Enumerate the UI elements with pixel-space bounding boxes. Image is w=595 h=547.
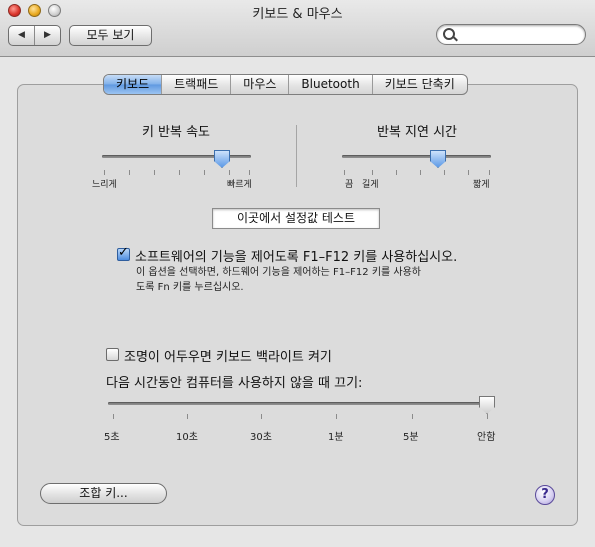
tick [336,414,337,419]
search-field[interactable] [436,24,586,45]
forward-icon: ▶ [44,30,51,40]
timeout-tick-label: 5분 [403,432,419,443]
tick [396,170,397,175]
help-icon: ? [541,487,549,502]
back-icon: ◀ [18,30,25,40]
timeout-tick-label: 안함 [477,432,496,443]
tick [179,170,180,175]
fkeys-label[interactable]: 소프트웨어의 기능을 제어도록 F1–F12 키를 사용하십시오. [135,246,457,265]
tick [187,414,188,419]
tab-bar: 키보드 트랙패드 마우스 Bluetooth 키보드 단축키 [103,74,468,95]
key-repeat-max-label: 빠르게 [227,180,252,190]
repeat-delay-min-label: 길게 [362,180,379,190]
tick [468,170,469,175]
back-forward-buttons: ◀ ▶ [8,25,61,46]
tick [372,170,373,175]
tab-bluetooth[interactable]: Bluetooth [289,75,373,94]
repeat-delay-off-label: 끔 [345,180,354,190]
tab-trackpad[interactable]: 트랙패드 [162,75,232,94]
tick [204,170,205,175]
tick [129,170,130,175]
fkeys-hint-line2: 도록 Fn 키를 누르십시오. [136,282,244,293]
test-input-field[interactable]: 이곳에서 설정값 테스트 [212,208,380,229]
window-title: 키보드 & 마우스 [252,7,343,22]
tick [249,170,250,175]
repeat-delay-slider-track[interactable] [342,155,491,158]
backlight-timeout-slider-track[interactable] [108,402,492,405]
fkeys-hint-line1: 이 옵션을 선택하면, 하드웨어 기능을 제어하는 F1–F12 키를 사용하 [136,267,421,278]
title-bar: 키보드 & 마우스 ◀ ▶ 모두 보기 [0,0,595,57]
section-divider [296,125,297,187]
tab-keyboard[interactable]: 키보드 [104,75,163,94]
content-panel [17,84,578,526]
key-repeat-min-label: 느리게 [92,180,117,190]
timeout-tick-label: 5초 [104,432,120,443]
tab-mouse[interactable]: 마우스 [231,75,290,94]
repeat-delay-title: 반복 지연 시간 [376,125,458,140]
tick [261,414,262,419]
tick [113,414,114,419]
search-icon [443,28,455,40]
help-button[interactable]: ? [535,485,555,505]
back-button[interactable]: ◀ [9,26,34,45]
backlight-checkbox[interactable] [106,348,119,361]
tick [412,414,413,419]
tick [489,170,490,175]
tick [487,414,488,419]
timeout-tick-label: 1분 [328,432,344,443]
key-repeat-title: 키 반복 속도 [141,125,211,140]
forward-button[interactable]: ▶ [35,26,60,45]
timeout-tick-label: 30초 [250,432,272,443]
tab-keyboard-shortcuts[interactable]: 키보드 단축키 [373,75,467,94]
repeat-delay-max-label: 짧게 [473,180,490,190]
fkeys-checkbox[interactable] [117,245,130,261]
tick [229,170,230,175]
tick [154,170,155,175]
modifier-keys-button[interactable]: 조합 키... [40,483,167,504]
backlight-label[interactable]: 조명이 어두우면 키보드 백라이트 켜기 [124,346,332,365]
backlight-off-after-label: 다음 시간동안 컴퓨터를 사용하지 않을 때 끄기: [106,376,363,391]
tick [104,170,105,175]
tick [444,170,445,175]
tick [420,170,421,175]
timeout-tick-label: 10초 [176,432,198,443]
show-all-button[interactable]: 모두 보기 [69,25,152,46]
tick [344,170,345,175]
keyboard-mouse-window: 키보드 & 마우스 ◀ ▶ 모두 보기 키보드 트랙패드 마우스 Bluetoo… [0,0,595,547]
